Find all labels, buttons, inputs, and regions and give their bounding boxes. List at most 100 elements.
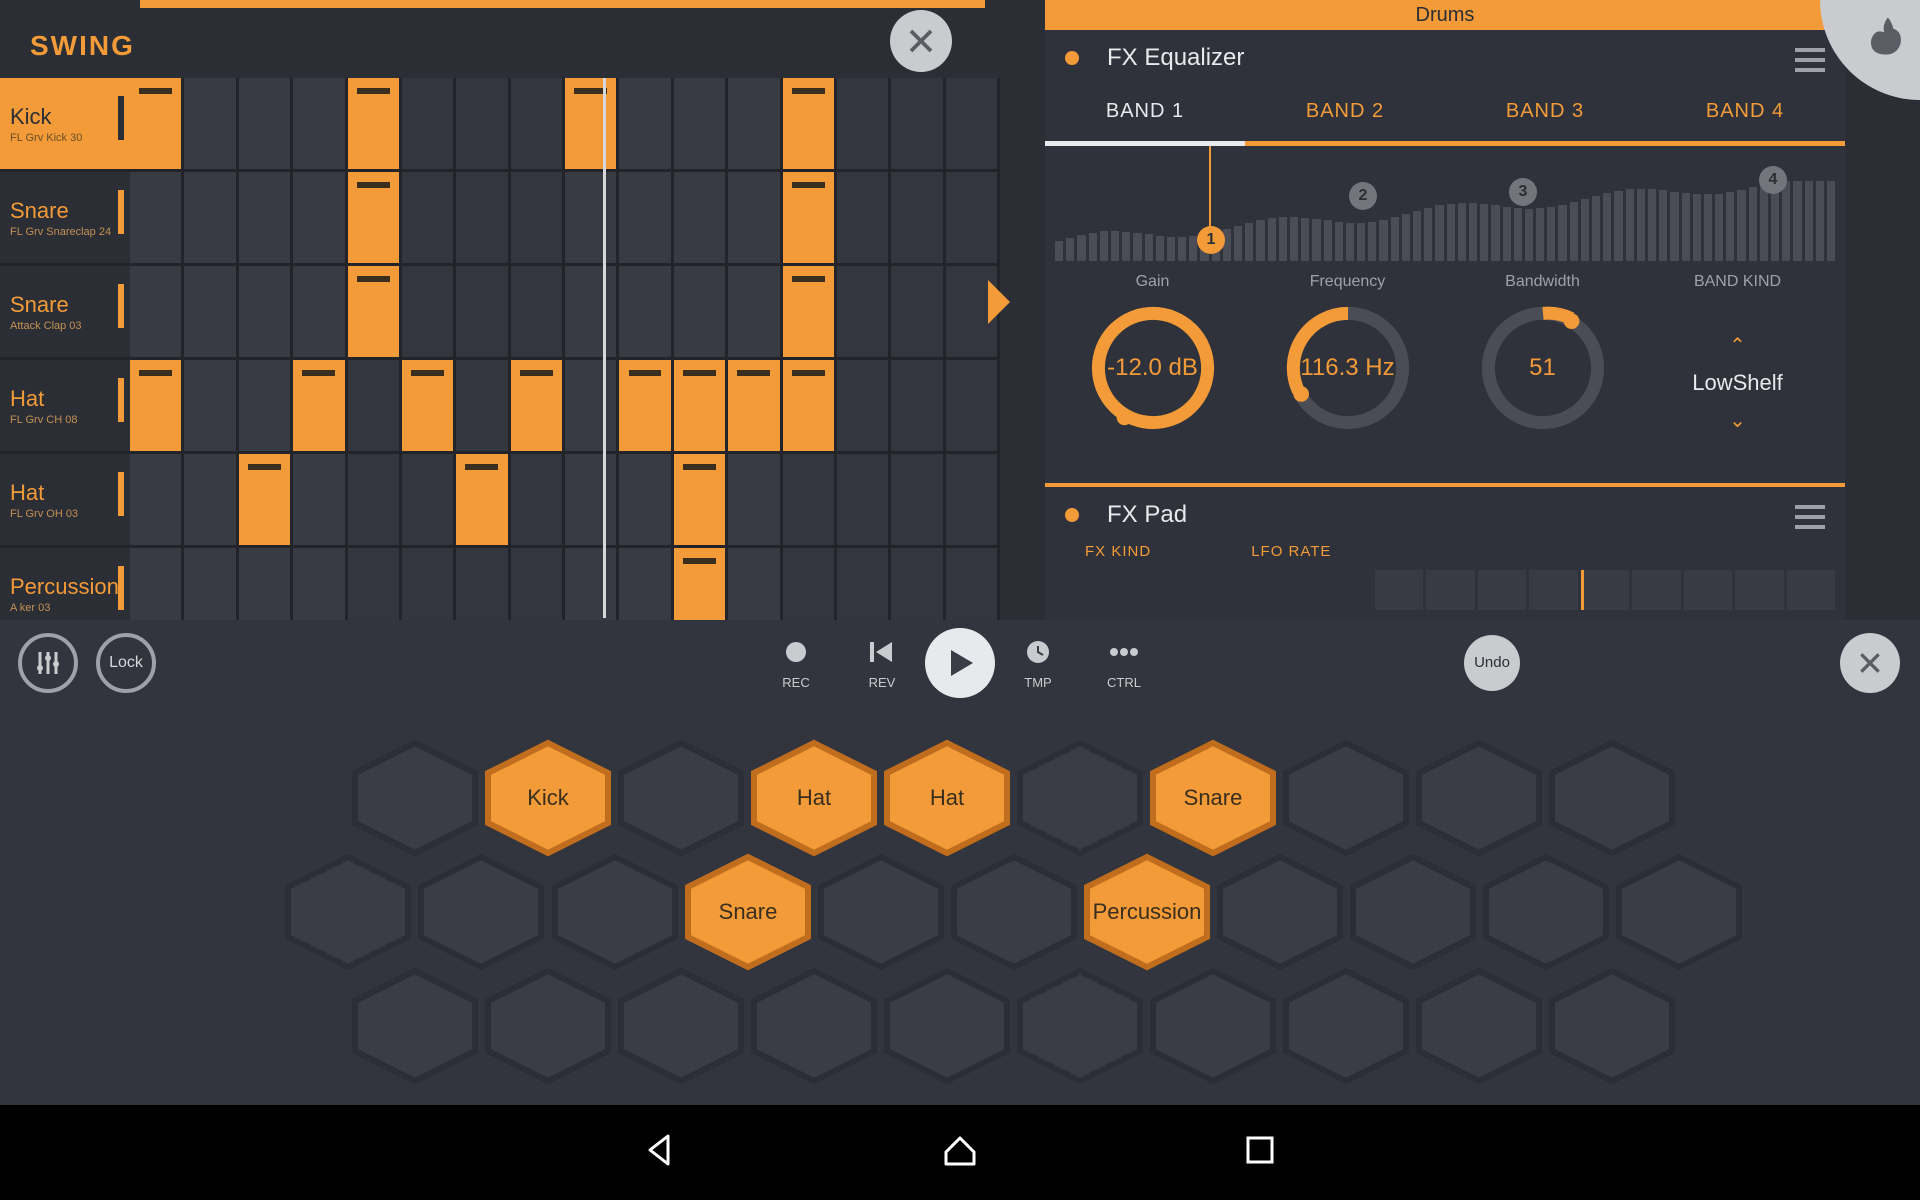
expand-icon[interactable] <box>988 280 1010 324</box>
step-cell[interactable] <box>184 78 238 169</box>
step-cell[interactable] <box>348 360 402 451</box>
step-cell[interactable] <box>946 454 1000 545</box>
step-cell[interactable] <box>783 360 837 451</box>
step-cell[interactable] <box>456 454 510 545</box>
drum-pad[interactable]: Snare <box>1145 739 1281 857</box>
step-cell[interactable] <box>402 360 456 451</box>
fxpad-grid[interactable] <box>1375 570 1835 610</box>
step-cell[interactable] <box>511 78 565 169</box>
step-cell[interactable] <box>456 172 510 263</box>
undo-button[interactable]: Undo <box>1464 635 1520 691</box>
bandkind-selector[interactable]: ⌃ LowShelf ⌄ <box>1648 303 1828 463</box>
step-cell[interactable] <box>674 78 728 169</box>
step-cell[interactable] <box>402 266 456 357</box>
eq-graph[interactable]: 1 2 3 4 <box>1049 146 1841 261</box>
step-cell[interactable] <box>891 266 945 357</box>
step-cell[interactable] <box>619 266 673 357</box>
step-cell[interactable] <box>728 78 782 169</box>
step-cell[interactable] <box>728 360 782 451</box>
track-label[interactable]: HatFL Grv OH 03 <box>0 454 130 545</box>
step-cell[interactable] <box>565 266 619 357</box>
record-button[interactable]: REC <box>779 635 813 690</box>
step-cell[interactable] <box>184 360 238 451</box>
step-cell[interactable] <box>783 266 837 357</box>
step-cell[interactable] <box>891 78 945 169</box>
band-tab[interactable]: BAND 1 <box>1045 82 1245 141</box>
fxpad-lfo-label[interactable]: LFO RATE <box>1251 543 1331 560</box>
bandwidth-knob[interactable]: Bandwidth 51 <box>1453 273 1633 463</box>
track-label[interactable]: HatFL Grv CH 08 <box>0 360 130 451</box>
track-label[interactable]: SnareAttack Clap 03 <box>0 266 130 357</box>
drum-pad[interactable]: Snare <box>680 853 816 971</box>
step-cell[interactable] <box>619 360 673 451</box>
step-cell[interactable] <box>728 172 782 263</box>
step-cell[interactable] <box>728 454 782 545</box>
step-cell[interactable] <box>837 172 891 263</box>
track-label[interactable]: SnareFL Grv Snareclap 24 <box>0 172 130 263</box>
band-tab[interactable]: BAND 2 <box>1245 82 1445 141</box>
fxpad-menu-button[interactable] <box>1795 505 1825 529</box>
step-cell[interactable] <box>130 360 184 451</box>
step-cell[interactable] <box>674 454 728 545</box>
step-cell[interactable] <box>456 266 510 357</box>
step-cell[interactable] <box>130 454 184 545</box>
band-tab[interactable]: BAND 3 <box>1445 82 1645 141</box>
step-cell[interactable] <box>402 78 456 169</box>
home-button[interactable] <box>940 1130 980 1175</box>
drum-pad[interactable]: Hat <box>879 739 1015 857</box>
step-cell[interactable] <box>619 454 673 545</box>
step-cell[interactable] <box>837 454 891 545</box>
step-cell[interactable] <box>565 360 619 451</box>
fx-active-dot[interactable] <box>1065 51 1079 65</box>
lock-button[interactable]: Lock <box>96 633 156 693</box>
step-cell[interactable] <box>674 360 728 451</box>
step-cell[interactable] <box>130 78 184 169</box>
step-cell[interactable] <box>619 78 673 169</box>
step-cell[interactable] <box>674 266 728 357</box>
recent-button[interactable] <box>1240 1130 1280 1175</box>
eq-marker-2[interactable]: 2 <box>1349 182 1377 210</box>
step-cell[interactable] <box>184 172 238 263</box>
step-cell[interactable] <box>837 266 891 357</box>
fxpad-active-dot[interactable] <box>1065 508 1079 522</box>
step-cell[interactable] <box>674 172 728 263</box>
eq-marker-1[interactable]: 1 <box>1197 226 1225 254</box>
ctrl-button[interactable]: CTRL <box>1107 635 1141 690</box>
step-cell[interactable] <box>130 266 184 357</box>
step-cell[interactable] <box>946 78 1000 169</box>
step-cell[interactable] <box>348 454 402 545</box>
step-cell[interactable] <box>891 454 945 545</box>
swing-label[interactable]: SWING <box>30 30 135 62</box>
step-cell[interactable] <box>130 172 184 263</box>
step-cell[interactable] <box>783 78 837 169</box>
step-cell[interactable] <box>565 454 619 545</box>
fxpad-kind-label[interactable]: FX KIND <box>1085 543 1151 560</box>
step-cell[interactable] <box>293 454 347 545</box>
close-pads-button[interactable] <box>1840 633 1900 693</box>
step-cell[interactable] <box>293 266 347 357</box>
rewind-button[interactable]: REV <box>865 635 899 690</box>
eq-marker-3[interactable]: 3 <box>1509 178 1537 206</box>
step-cell[interactable] <box>348 172 402 263</box>
step-cell[interactable] <box>402 454 456 545</box>
step-cell[interactable] <box>837 360 891 451</box>
step-cell[interactable] <box>511 266 565 357</box>
step-cell[interactable] <box>184 454 238 545</box>
gain-knob[interactable]: Gain -12.0 dB <box>1063 273 1243 463</box>
step-cell[interactable] <box>402 172 456 263</box>
band-tab[interactable]: BAND 4 <box>1645 82 1845 141</box>
step-cell[interactable] <box>783 172 837 263</box>
step-cell[interactable] <box>728 266 782 357</box>
step-cell[interactable] <box>837 78 891 169</box>
step-cell[interactable] <box>239 454 293 545</box>
step-cell[interactable] <box>456 78 510 169</box>
step-cell[interactable] <box>348 78 402 169</box>
step-cell[interactable] <box>511 454 565 545</box>
mixer-button[interactable] <box>18 633 78 693</box>
drum-pad[interactable]: Hat <box>746 739 882 857</box>
track-label[interactable]: KickFL Grv Kick 30 <box>0 78 130 169</box>
step-cell[interactable] <box>239 360 293 451</box>
step-cell[interactable] <box>456 360 510 451</box>
step-cell[interactable] <box>293 78 347 169</box>
fx-eq-menu-button[interactable] <box>1795 48 1825 72</box>
